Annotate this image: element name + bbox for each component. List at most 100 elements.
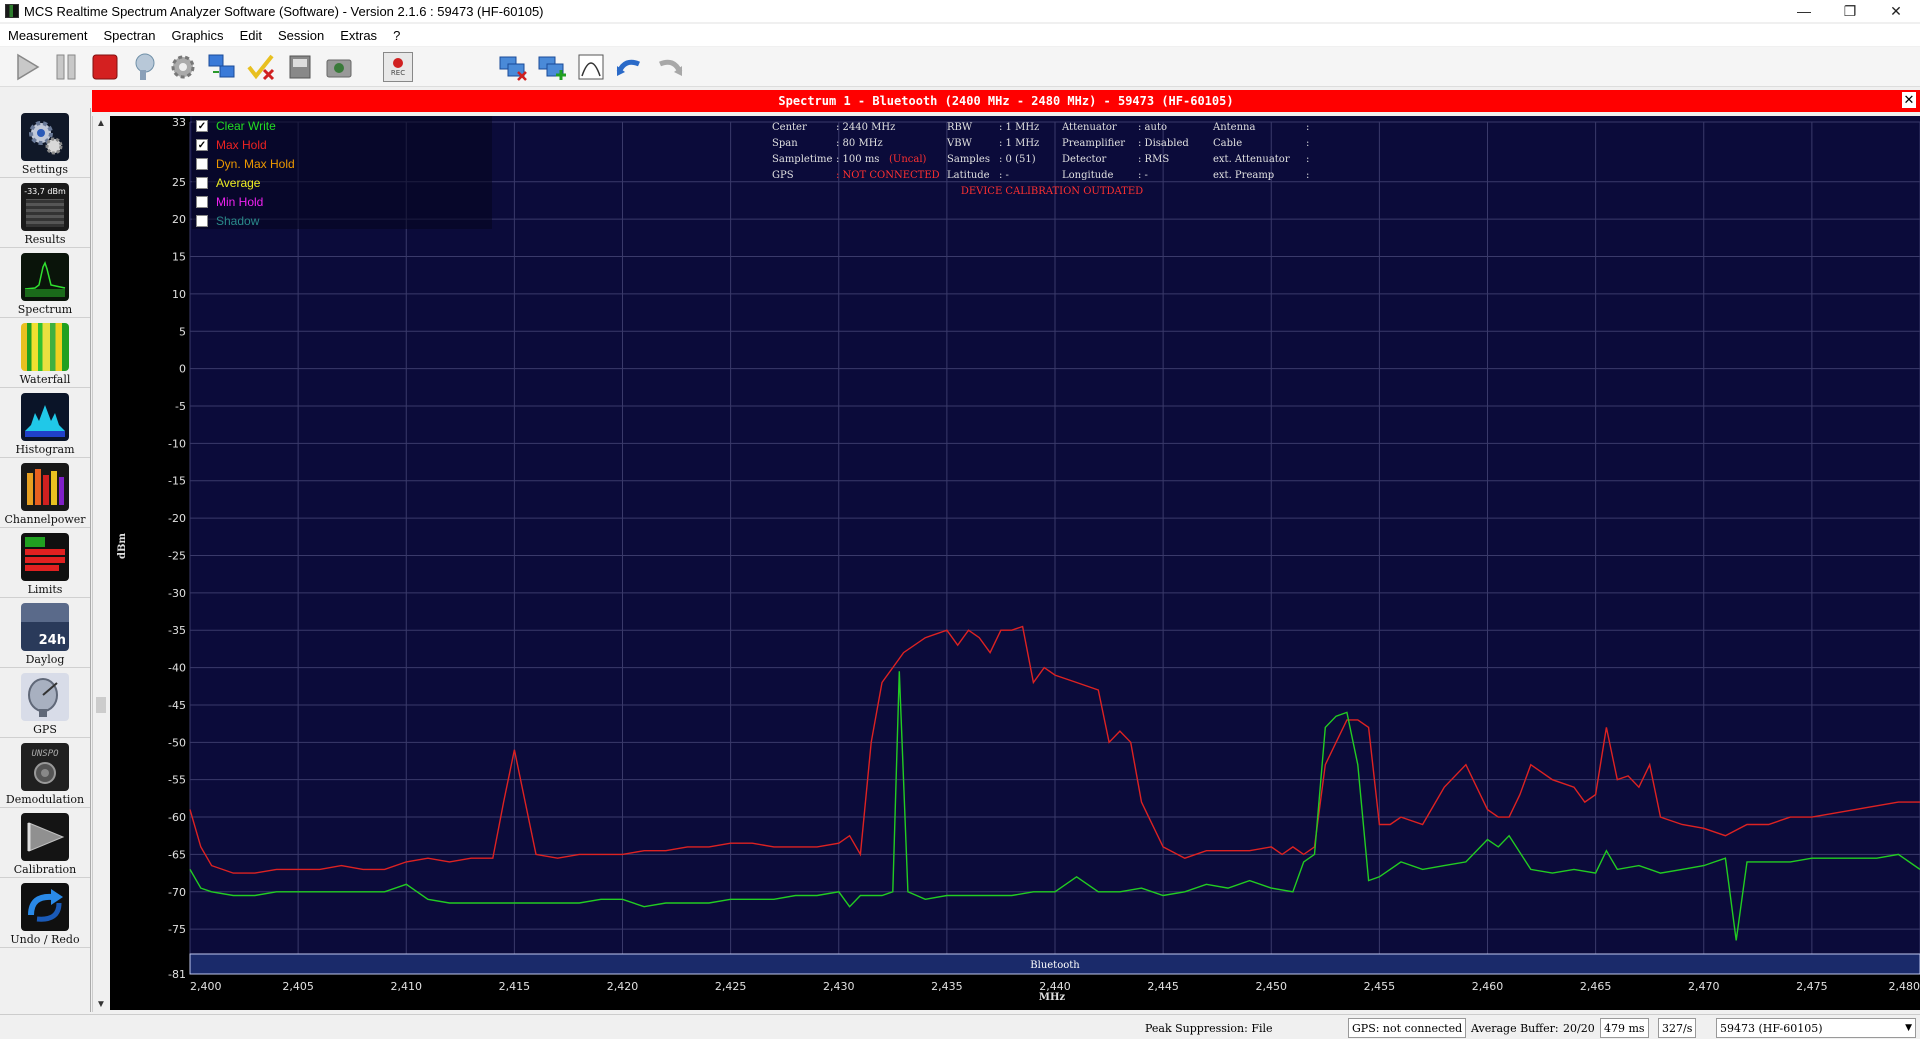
sidebar-item-results[interactable]: -33,7 dBm Results	[0, 178, 90, 248]
bluetooth-band-label: Bluetooth	[1030, 960, 1080, 971]
undo-button[interactable]	[613, 50, 647, 84]
sidebar-item-demodulation[interactable]: UNSPO Demodulation	[0, 738, 90, 808]
camera-button[interactable]	[322, 50, 356, 84]
bell-shape-button[interactable]	[574, 50, 608, 84]
menu-measurement[interactable]: Measurement	[0, 28, 95, 43]
sidebar-item-gps[interactable]: GPS	[0, 668, 90, 738]
sidebar-item-undo-redo[interactable]: Undo / Redo	[0, 878, 90, 948]
checkbox-clear-write[interactable]: ✓	[196, 119, 208, 132]
menu-help[interactable]: ?	[385, 28, 408, 43]
info-latitude-val: : -	[999, 170, 1009, 181]
app-icon	[5, 4, 19, 18]
checkbox-min-hold[interactable]	[196, 195, 208, 208]
settings-gray-button[interactable]	[166, 50, 200, 84]
results-display-icon: -33,7 dBm	[21, 183, 69, 231]
probe-button[interactable]	[127, 50, 161, 84]
close-spectrum-button[interactable]: ✕	[1902, 92, 1916, 108]
menu-graphics[interactable]: Graphics	[164, 28, 232, 43]
x-tick-label: 2,400	[190, 980, 222, 993]
info-longitude-val: : -	[1138, 170, 1148, 181]
info-vbw-val: : 1 MHz	[999, 138, 1039, 149]
stop-button[interactable]	[88, 50, 122, 84]
trace-toggle-max-hold[interactable]: ✓ Max Hold	[192, 135, 492, 154]
record-label: REC	[390, 68, 406, 77]
demodulation-radio-icon: UNSPO	[21, 743, 69, 791]
trace-toggle-min-hold[interactable]: Min Hold	[192, 192, 492, 211]
menu-edit[interactable]: Edit	[232, 28, 270, 43]
scroll-up-icon[interactable]: ▲	[96, 118, 106, 129]
histogram-icon	[21, 393, 69, 441]
x-axis-label: MHz	[1039, 992, 1066, 1003]
waterfall-icon	[21, 323, 69, 371]
average-buffer-label: Average Buffer:	[1471, 1021, 1559, 1035]
spectrum-chart[interactable]: Bluetooth 33 25 20 15 10 5 0 -5 -10 -15 -20 -25 -30 -…	[110, 116, 1920, 1010]
play-button[interactable]	[10, 50, 44, 84]
checkbox-max-hold[interactable]: ✓	[196, 138, 208, 151]
marker-remove-button[interactable]	[496, 50, 530, 84]
calibration-icon	[21, 813, 69, 861]
sidebar-item-calibration[interactable]: Calibration	[0, 808, 90, 878]
spectrum-plot-area[interactable]: Bluetooth 33 25 20 15 10 5 0 -5 -10 -15 -20 -25 -30 -…	[110, 116, 1920, 1010]
y-tick-label: -15	[168, 475, 186, 488]
y-tick-label: -60	[168, 811, 186, 824]
checkbox-shadow[interactable]	[196, 214, 208, 227]
trace-toggle-clear-write[interactable]: ✓ Clear Write	[192, 116, 492, 135]
network-monitor-button[interactable]	[205, 50, 239, 84]
record-button[interactable]: REC	[383, 51, 413, 82]
trace-toggle-dyn-max-hold[interactable]: Dyn. Max Hold	[192, 154, 492, 173]
sidebar-item-histogram[interactable]: Histogram	[0, 388, 90, 458]
menu-extras[interactable]: Extras	[332, 28, 385, 43]
device-button[interactable]	[283, 50, 317, 84]
menu-spectran[interactable]: Spectran	[95, 28, 163, 43]
trace-label-shadow: Shadow	[216, 213, 260, 228]
close-window-button[interactable]: ✕	[1873, 0, 1919, 22]
x-tick-label: 2,420	[607, 980, 639, 993]
scroll-down-icon[interactable]: ▼	[96, 999, 106, 1010]
x-tick-label: 2,475	[1796, 980, 1828, 993]
gps-dish-icon	[21, 673, 69, 721]
info-sampletime-key: Sampletime	[772, 154, 833, 165]
device-select[interactable]: 59473 (HF-60105) ▼	[1716, 1018, 1916, 1038]
record-icon	[393, 57, 403, 68]
sidebar-item-spectrum[interactable]: Spectrum	[0, 248, 90, 318]
sidebar-label-daylog: Daylog	[25, 653, 65, 666]
checkbox-average[interactable]	[196, 176, 208, 189]
info-samples-key: Samples	[947, 154, 990, 165]
menu-session[interactable]: Session	[270, 28, 332, 43]
x-tick-label: 2,445	[1147, 980, 1179, 993]
sidebar-item-daylog[interactable]: 24h Daylog	[0, 598, 90, 668]
y-tick-label: -50	[168, 736, 186, 749]
sidebar-item-waterfall[interactable]: Waterfall	[0, 318, 90, 388]
marker-add-button[interactable]	[535, 50, 569, 84]
marker-add-icon	[538, 56, 566, 80]
minimize-button[interactable]: —	[1781, 0, 1827, 22]
checkbox-dyn-max-hold[interactable]	[196, 157, 208, 170]
scroll-thumb[interactable]	[96, 697, 106, 713]
info-detector-key: Detector	[1062, 154, 1107, 165]
x-tick-label: 2,410	[391, 980, 423, 993]
trace-label-min-hold: Min Hold	[216, 194, 264, 209]
sidebar-item-limits[interactable]: Limits	[0, 528, 90, 598]
y-tick-label: -70	[168, 886, 186, 899]
y-tick-label: 25	[172, 176, 186, 189]
sidebar-label-undo-redo: Undo / Redo	[10, 933, 80, 946]
probe-icon	[135, 53, 155, 80]
restore-button[interactable]: ❐	[1827, 0, 1873, 22]
info-latitude-key: Latitude	[947, 170, 990, 181]
gear-gray-icon	[171, 55, 195, 78]
window-title: MCS Realtime Spectrum Analyzer Software …	[24, 3, 544, 19]
check-cross-button[interactable]	[244, 50, 278, 84]
spectrum-window-title: Spectrum 1 - Bluetooth (2400 MHz - 2480 …	[778, 94, 1234, 108]
y-tick-label: 5	[179, 325, 186, 338]
pause-button[interactable]	[49, 50, 83, 84]
sidebar-item-channelpower[interactable]: Channelpower	[0, 458, 90, 528]
redo-button[interactable]	[652, 50, 686, 84]
trace-toggle-average[interactable]: Average	[192, 173, 492, 192]
sidebar-item-settings[interactable]: Settings	[0, 108, 90, 178]
sidebar-label-results: Results	[24, 233, 66, 246]
trace-toggle-shadow[interactable]: Shadow	[192, 211, 492, 230]
info-vbw-key: VBW	[946, 138, 973, 149]
rate-status: 327/s	[1658, 1018, 1697, 1038]
vertical-scrollbar[interactable]: ▲ ▼	[92, 116, 109, 1012]
y-tick-label: -55	[168, 774, 186, 787]
